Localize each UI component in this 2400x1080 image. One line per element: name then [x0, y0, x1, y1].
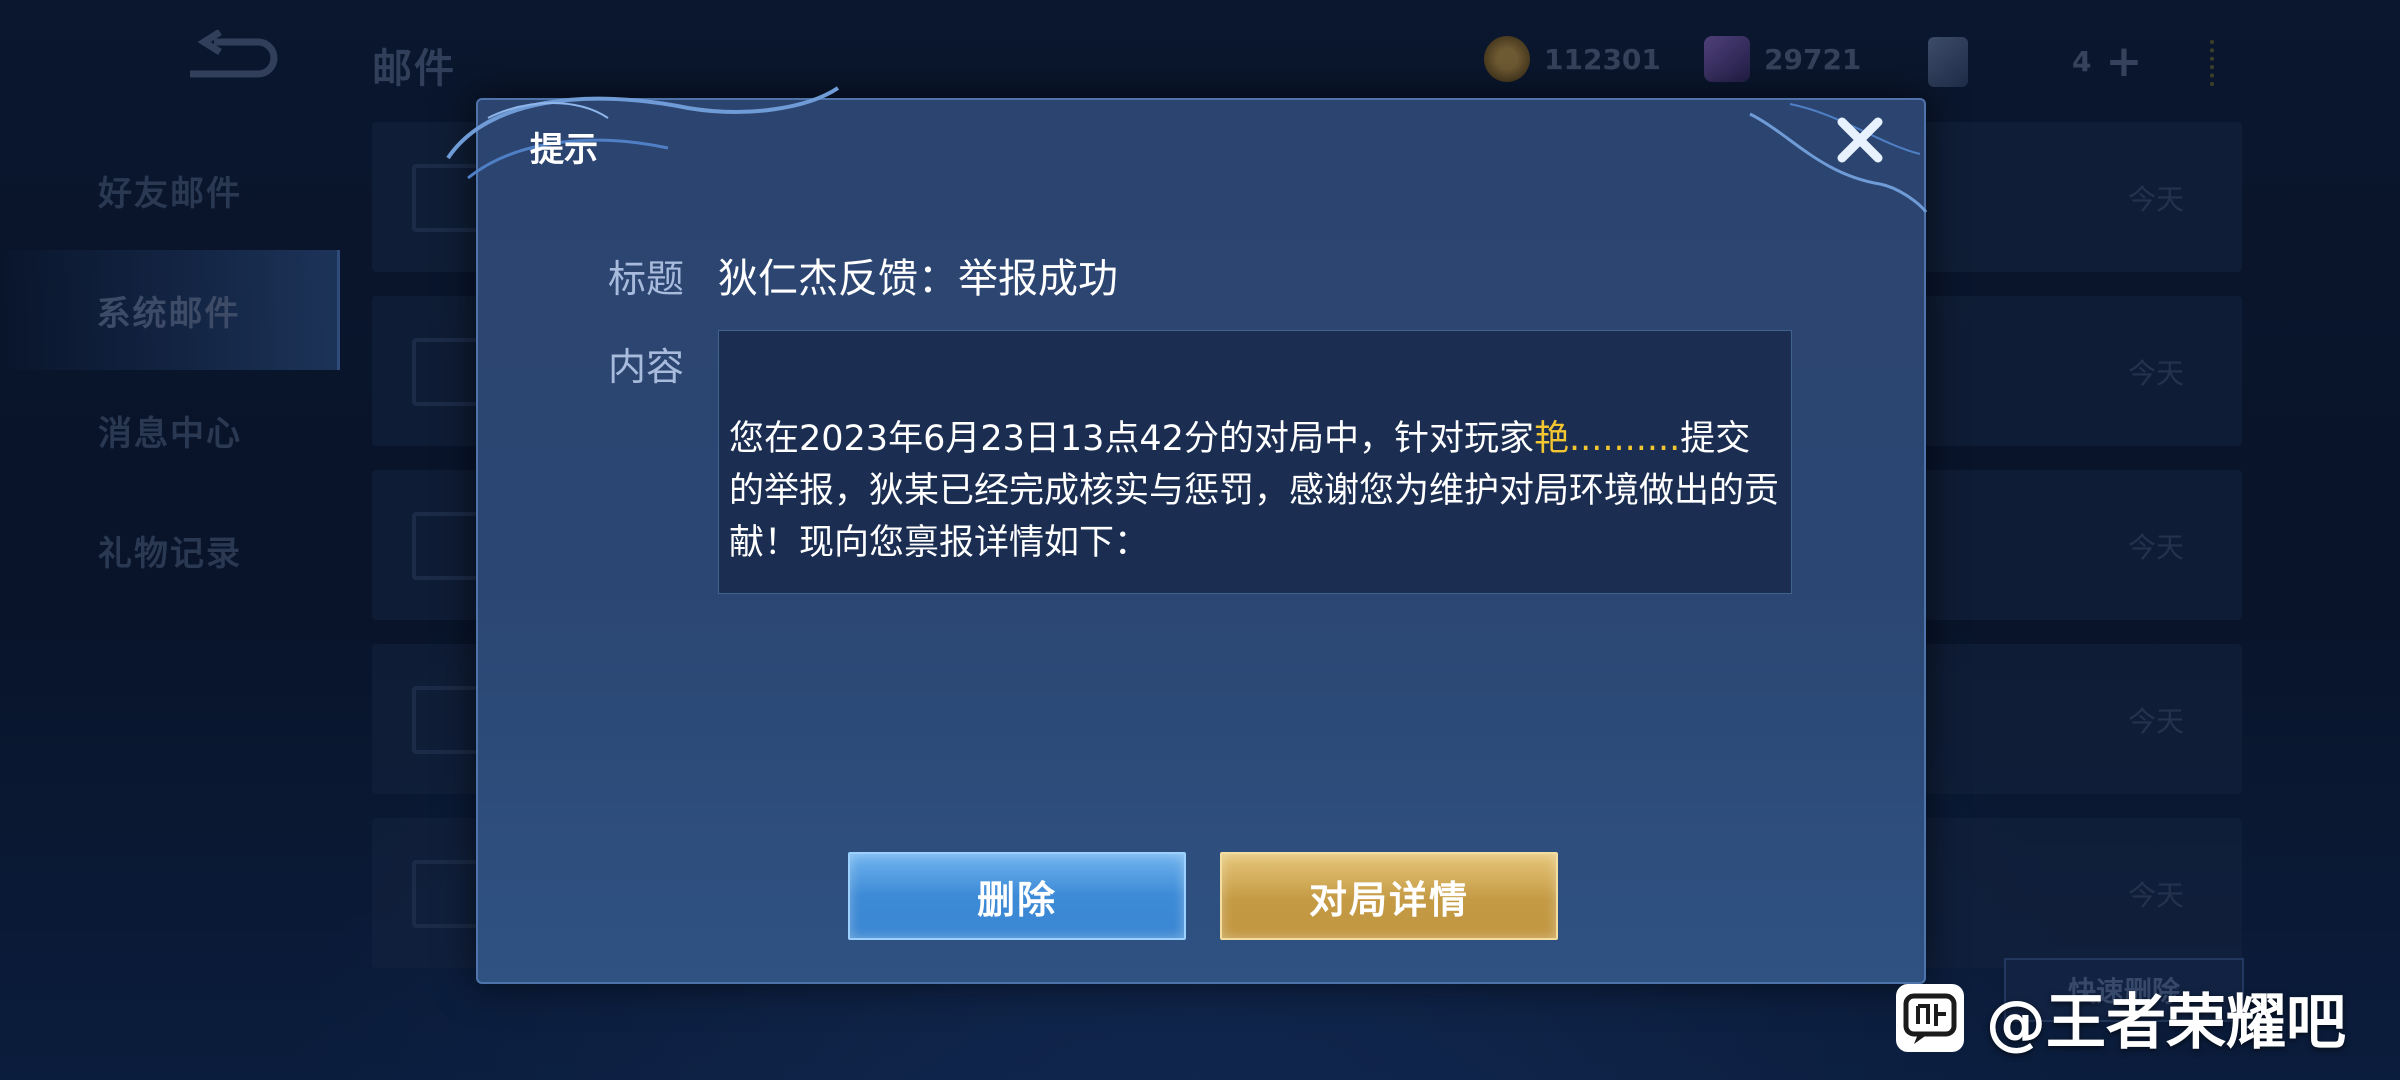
tieba-logo-icon: [1896, 983, 1964, 1052]
tieba-watermark: @王者荣耀吧: [1896, 974, 2346, 1061]
delete-button[interactable]: 删除: [848, 852, 1186, 940]
match-details-button[interactable]: 对局详情: [1220, 852, 1558, 940]
watermark-text: @王者荣耀吧: [1986, 988, 2346, 1058]
dialog-title: 提示: [530, 130, 598, 170]
reported-player-name: 艳..........: [1533, 419, 1681, 459]
mail-subject: 狄仁杰反馈：举报成功: [718, 256, 1118, 302]
mail-content-box[interactable]: 您在2023年6月23日13点42分的对局中，针对玩家艳..........提交…: [718, 330, 1792, 594]
mail-content-text: 您在2023年6月23日13点42分的对局中，针对玩家艳..........提交…: [729, 419, 1780, 563]
subject-label: 标题: [608, 257, 685, 301]
close-icon[interactable]: [1830, 110, 1890, 170]
notice-dialog: 提示 标题 狄仁杰反馈：举报成功 内容 您在2023年6月23日13点42分的对…: [446, 86, 1928, 984]
content-label: 内容: [608, 345, 685, 389]
dialog-corner-ornament: [446, 86, 840, 180]
